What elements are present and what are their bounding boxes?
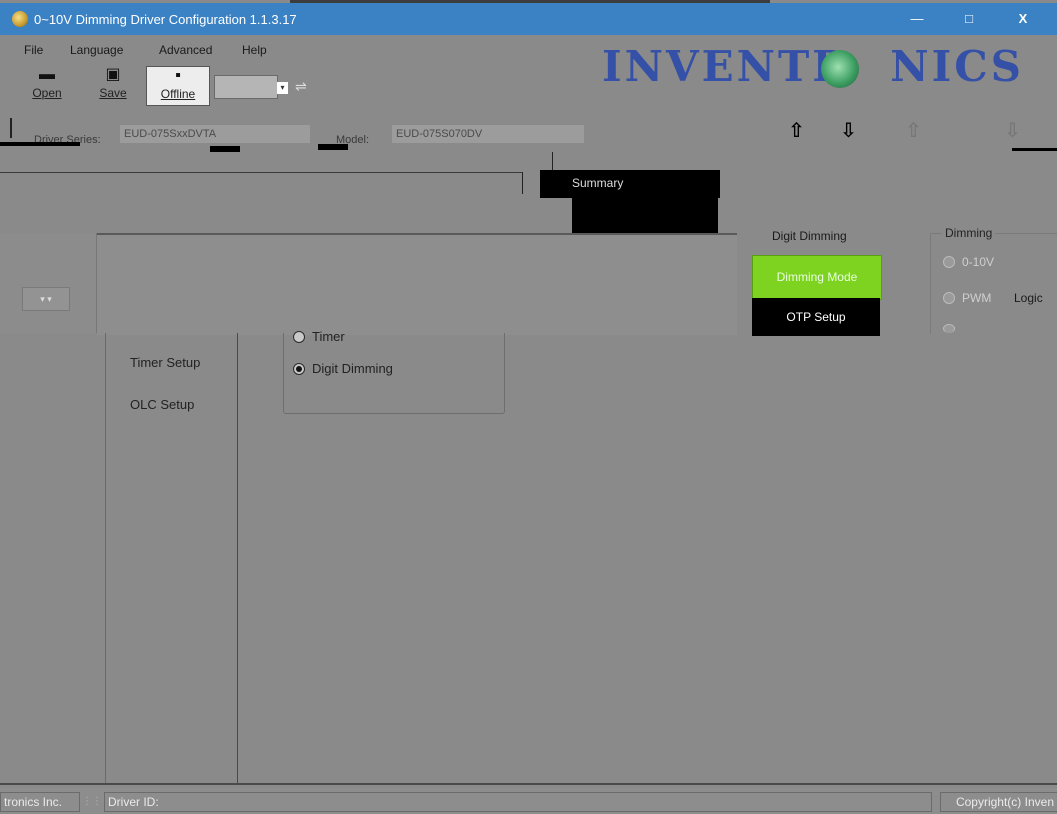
logo-text-right: NICS bbox=[890, 42, 1024, 91]
divider bbox=[0, 172, 522, 173]
port-select[interactable] bbox=[214, 75, 278, 99]
write-down-icon[interactable]: ⇩ bbox=[840, 118, 857, 143]
globe-icon bbox=[821, 50, 859, 88]
otp-setup-button[interactable]: OTP Setup bbox=[752, 298, 880, 336]
maximize-button[interactable]: □ bbox=[950, 8, 988, 30]
status-driver-id: Driver ID: bbox=[104, 792, 932, 812]
menu-file[interactable]: File bbox=[24, 43, 43, 57]
open-label: Open bbox=[32, 86, 62, 100]
logic-label: Logic bbox=[1014, 291, 1043, 305]
artifact-stripe bbox=[210, 146, 240, 152]
logo-text-left: INVENTR bbox=[602, 42, 851, 91]
folder-icon: ▬ bbox=[39, 66, 55, 83]
left-panel bbox=[0, 233, 97, 333]
offline-button[interactable]: ▪ Offline bbox=[146, 66, 210, 106]
divider bbox=[10, 118, 12, 138]
inventronics-logo: INVENTR NICS bbox=[602, 42, 1024, 91]
status-company: tronics Inc. bbox=[0, 792, 80, 812]
floppy-disk-icon: ▣ bbox=[105, 66, 121, 83]
title-bar: 0~10V Dimming Driver Configuration 1.1.3… bbox=[0, 3, 1057, 35]
save-button[interactable]: ▣ Save bbox=[88, 66, 138, 104]
save-label: Save bbox=[99, 86, 127, 100]
download-icon[interactable]: ⇩ bbox=[1004, 118, 1021, 143]
summary-panel bbox=[572, 198, 718, 236]
radio-0-10v-label: 0-10V bbox=[962, 255, 995, 269]
usb-icon: ⇌ bbox=[295, 78, 307, 94]
dimming-mode-button[interactable]: Dimming Mode bbox=[752, 255, 882, 300]
radio-digit-dimming-label: Digit Dimming bbox=[312, 361, 393, 376]
radio-third[interactable] bbox=[943, 324, 955, 333]
radio-pwm-label: PWM bbox=[962, 291, 992, 305]
model-select[interactable]: EUD-075S070DV bbox=[392, 125, 584, 143]
radio-timer-label: Timer bbox=[312, 329, 345, 344]
nav-timer-setup[interactable]: Timer Setup bbox=[130, 355, 200, 370]
radio-pwm[interactable] bbox=[943, 292, 955, 304]
window-title: 0~10V Dimming Driver Configuration 1.1.3… bbox=[34, 12, 297, 27]
status-copyright: Copyright(c) Inven bbox=[940, 792, 1057, 812]
resize-grip-icon: ⋮⋮ bbox=[82, 796, 102, 807]
artifact-stripe bbox=[0, 142, 80, 146]
radio-0-10v[interactable] bbox=[943, 256, 955, 268]
read-up-icon[interactable]: ⇧ bbox=[788, 118, 805, 143]
tab-summary[interactable]: Summary bbox=[540, 170, 720, 198]
overlay-panel bbox=[97, 233, 737, 335]
artifact-stripe bbox=[1012, 148, 1057, 151]
menu-help[interactable]: Help bbox=[242, 43, 267, 57]
radio-timer[interactable] bbox=[293, 331, 305, 343]
radio-digit-dimming[interactable] bbox=[293, 363, 305, 375]
offline-label: Offline bbox=[160, 87, 196, 101]
menu-language[interactable]: Language bbox=[70, 43, 123, 57]
channel-combo[interactable]: ▾ ▾ bbox=[22, 287, 70, 311]
dimming-group bbox=[930, 233, 1057, 334]
divider bbox=[0, 783, 1057, 785]
menu-bar: File Language Advanced Help bbox=[0, 38, 600, 60]
dimming-group-title: Dimming bbox=[942, 226, 996, 240]
nav-olc-setup[interactable]: OLC Setup bbox=[130, 397, 194, 412]
driver-series-select[interactable]: EUD-075SxxDVTA bbox=[120, 125, 310, 143]
digit-dimming-title: Digit Dimming bbox=[772, 229, 847, 243]
app-icon bbox=[12, 11, 28, 27]
close-button[interactable]: X bbox=[1004, 8, 1042, 30]
upload-icon[interactable]: ⇧ bbox=[905, 118, 922, 143]
plug-icon: ▪ bbox=[175, 67, 181, 84]
chevron-down-icon[interactable]: ▾ bbox=[277, 82, 288, 94]
minimize-button[interactable]: — bbox=[898, 8, 936, 30]
menu-advanced[interactable]: Advanced bbox=[159, 43, 212, 57]
divider bbox=[522, 172, 523, 194]
artifact-stripe bbox=[318, 144, 348, 150]
open-button[interactable]: ▬ Open bbox=[22, 66, 72, 104]
